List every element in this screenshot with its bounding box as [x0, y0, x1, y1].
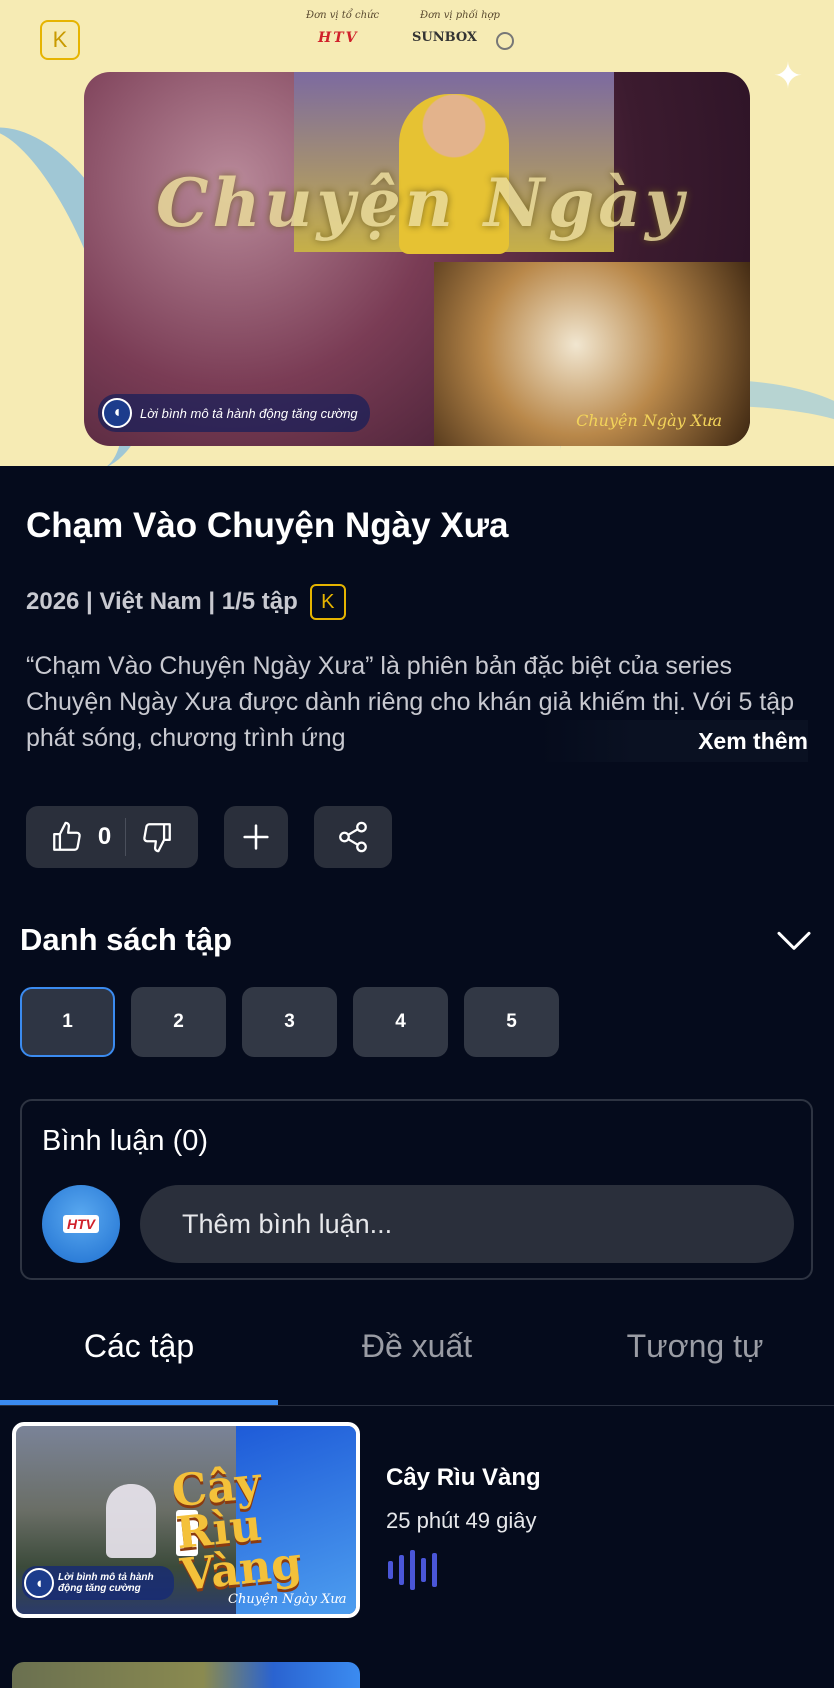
sunbox-logo: SUNBOX: [412, 30, 478, 45]
comments-title: Bình luận (0): [42, 1125, 209, 1157]
see-more-link[interactable]: Xem thêm: [540, 720, 808, 762]
show-meta-text: 2026 | Việt Nam | 1/5 tập: [26, 588, 298, 615]
audio-description-label: Lời bình mô tả hành động tăng cường: [140, 405, 358, 421]
audio-description-icon: ◖: [24, 1568, 54, 1598]
avatar-logo-text: HTV: [63, 1215, 99, 1233]
comments-panel: Bình luận (0) HTV: [20, 1099, 813, 1280]
poster-title-art: Chuyện Ngày: [156, 164, 688, 242]
partner-label: Đơn vị phối hợp: [420, 10, 500, 21]
htv-logo: HTV: [318, 30, 359, 46]
poster-brand: Chuyện Ngày Xưa: [576, 411, 722, 430]
episode-list-title: Danh sách tập: [20, 922, 232, 957]
episode-button-5[interactable]: 5: [464, 987, 559, 1057]
organizer-label: Đơn vị tổ chức: [306, 10, 380, 21]
show-meta: 2026 | Việt Nam | 1/5 tập K: [26, 584, 346, 620]
episode-selector: 1 2 3 4 5: [20, 987, 559, 1057]
tab-recommended[interactable]: Đề xuất: [278, 1328, 556, 1365]
audio-description-icon: ◖: [102, 398, 132, 428]
audio-description-label: Lời bình mô tả hành động tăng cường: [58, 1572, 154, 1594]
thumbnail-brand: Chuyện Ngày Xưa: [228, 1592, 347, 1607]
active-tab-indicator: [0, 1400, 278, 1405]
episode-button-1[interactable]: 1: [20, 987, 115, 1057]
tab-episodes[interactable]: Các tập: [0, 1328, 278, 1365]
share-button[interactable]: [314, 806, 392, 868]
share-icon: [339, 821, 367, 853]
like-button[interactable]: 0: [36, 820, 125, 854]
thumbs-down-icon: [143, 823, 172, 853]
audio-description-badge: ◖ Lời bình mô tả hành động tăng cường: [22, 1566, 174, 1600]
audio-description-badge: ◖ Lời bình mô tả hành động tăng cường: [98, 394, 370, 432]
thumbnail-title-art: Cây Rìu Vàng: [169, 1457, 305, 1601]
episode-title[interactable]: Cây Rìu Vàng: [386, 1464, 541, 1492]
add-to-list-button[interactable]: [224, 806, 288, 868]
tab-similar[interactable]: Tương tự: [556, 1328, 834, 1365]
like-count: 0: [97, 823, 112, 850]
episode-duration: 25 phút 49 giây: [386, 1508, 537, 1533]
chevron-down-icon[interactable]: [774, 920, 814, 960]
episode-button-2[interactable]: 2: [131, 987, 226, 1057]
now-playing-icon: [388, 1548, 437, 1592]
episode-button-4[interactable]: 4: [353, 987, 448, 1057]
thumbnail-figure: [106, 1484, 156, 1558]
like-dislike-group: 0: [26, 806, 198, 868]
partner-seal-icon: [496, 32, 514, 50]
episode-thumbnail-next[interactable]: [12, 1662, 360, 1688]
comment-input[interactable]: [140, 1185, 794, 1263]
episode-thumbnail[interactable]: Cây Rìu Vàng ◖ Lời bình mô tả hành động …: [12, 1422, 360, 1618]
episode-button-3[interactable]: 3: [242, 987, 337, 1057]
age-rating-badge: K: [40, 20, 80, 60]
dislike-button[interactable]: [126, 820, 188, 854]
show-title: Chạm Vào Chuyện Ngày Xưa: [26, 506, 509, 545]
action-bar: 0: [26, 806, 392, 868]
video-poster[interactable]: Chuyện Ngày ◖ Lời bình mô tả hành động t…: [84, 72, 750, 446]
age-rating-badge: K: [309, 584, 346, 620]
hero-banner: ✦ K Đơn vị tổ chức Đơn vị phối hợp HTV S…: [0, 0, 834, 466]
sparkle-icon: ✦: [772, 55, 804, 96]
sponsor-logos: Đơn vị tổ chức Đơn vị phối hợp HTV SUNBO…: [300, 10, 540, 56]
content-tabs: Các tập Đề xuất Tương tự: [0, 1318, 834, 1406]
plus-icon: [243, 824, 269, 850]
user-avatar: HTV: [42, 1185, 120, 1263]
thumbs-up-icon: [52, 821, 81, 851]
